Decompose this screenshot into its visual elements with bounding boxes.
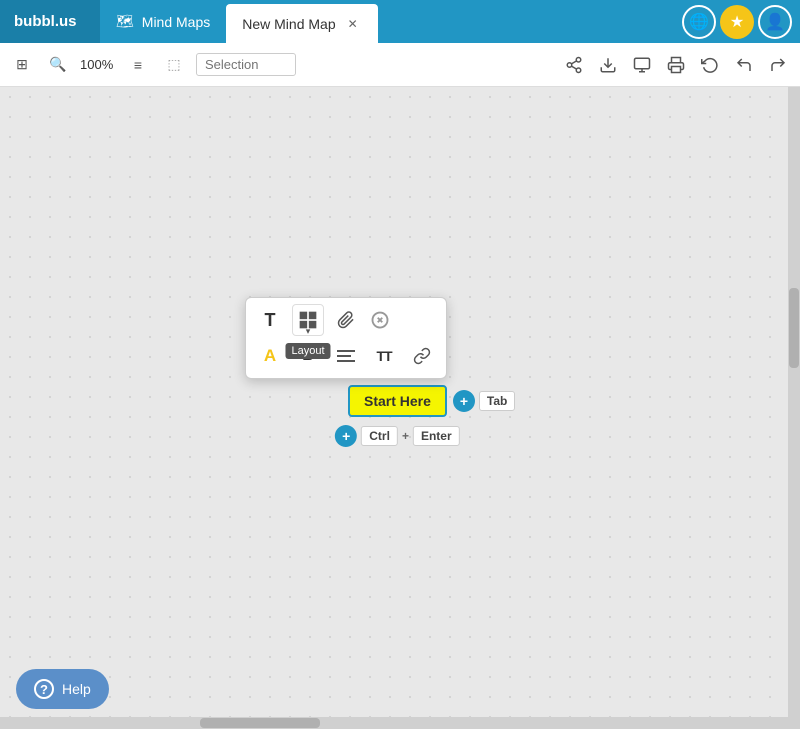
zoom-level: 100% [80,57,116,72]
tab-key-badge: Tab [479,391,515,411]
canvas-area[interactable]: T ▾ Layout A B TT [0,87,800,729]
close-toolbar-button[interactable] [368,308,392,332]
fit-screen-icon[interactable]: ⊞ [8,51,36,79]
enter-key-badge: Enter [413,426,460,446]
toolbar: ⊞ 🔍 100% ≡ ⬚ [0,43,800,87]
selection-icon[interactable]: ⬚ [160,51,188,79]
vertical-scrollbar[interactable] [788,87,800,729]
layout-tooltip: Layout [285,343,330,359]
help-label: Help [62,681,91,697]
text-format-button[interactable]: T [254,304,286,336]
link-button[interactable] [406,340,438,372]
tab-new-mind-map[interactable]: New Mind Map ✕ [226,4,377,43]
redo-icon[interactable] [764,51,792,79]
vertical-scrollbar-thumb[interactable] [789,288,799,368]
selection-input[interactable] [196,53,296,76]
download-icon[interactable] [594,51,622,79]
mind-maps-tab-icon: 🗺 [116,13,134,30]
history-icon[interactable] [696,51,724,79]
horizontal-scrollbar-thumb[interactable] [200,718,320,728]
tab-mind-maps[interactable]: 🗺 Mind Maps [100,0,226,43]
node-container: Start Here + Tab + Ctrl + Enter [348,385,447,417]
layout-button[interactable]: ▾ Layout [292,304,324,336]
logo: bubbl.us [0,0,100,43]
help-button[interactable]: ? Help [16,669,109,709]
horizontal-scrollbar[interactable] [0,717,788,729]
font-color-button[interactable]: A [254,340,286,372]
node-box[interactable]: Start Here + Tab + Ctrl + Enter [348,385,447,417]
tab-bar: bubbl.us 🗺 Mind Maps New Mind Map ✕ 🌐 ★ … [0,0,800,43]
ctrl-key-badge: Ctrl [361,426,398,446]
attach-button[interactable] [330,304,362,336]
node-edit-toolbar: T ▾ Layout A B TT [245,297,447,379]
star-button[interactable]: ★ [720,5,754,39]
help-icon: ? [34,679,54,699]
toolbar-right [560,51,792,79]
add-child-below-hint: + Ctrl + Enter [335,425,459,447]
text-size-button[interactable]: TT [368,340,400,372]
close-tab-icon[interactable]: ✕ [344,15,362,33]
zoom-icon[interactable]: 🔍 [44,51,72,79]
add-child-right-hint: + Tab [453,390,515,412]
globe-button[interactable]: 🌐 [682,5,716,39]
user-button[interactable]: 👤 [758,5,792,39]
new-mind-map-tab-label: New Mind Map [242,16,335,32]
node-text: Start Here [364,393,431,409]
align-button[interactable] [330,340,362,372]
add-child-right-button[interactable]: + [453,390,475,412]
print-icon[interactable] [662,51,690,79]
undo-icon[interactable] [730,51,758,79]
tab-bar-right: 🌐 ★ 👤 [682,0,800,43]
hamburger-icon[interactable]: ≡ [124,51,152,79]
monitor-icon[interactable] [628,51,656,79]
add-child-below-button[interactable]: + [335,425,357,447]
share-icon[interactable] [560,51,588,79]
mind-maps-tab-label: Mind Maps [142,14,210,30]
